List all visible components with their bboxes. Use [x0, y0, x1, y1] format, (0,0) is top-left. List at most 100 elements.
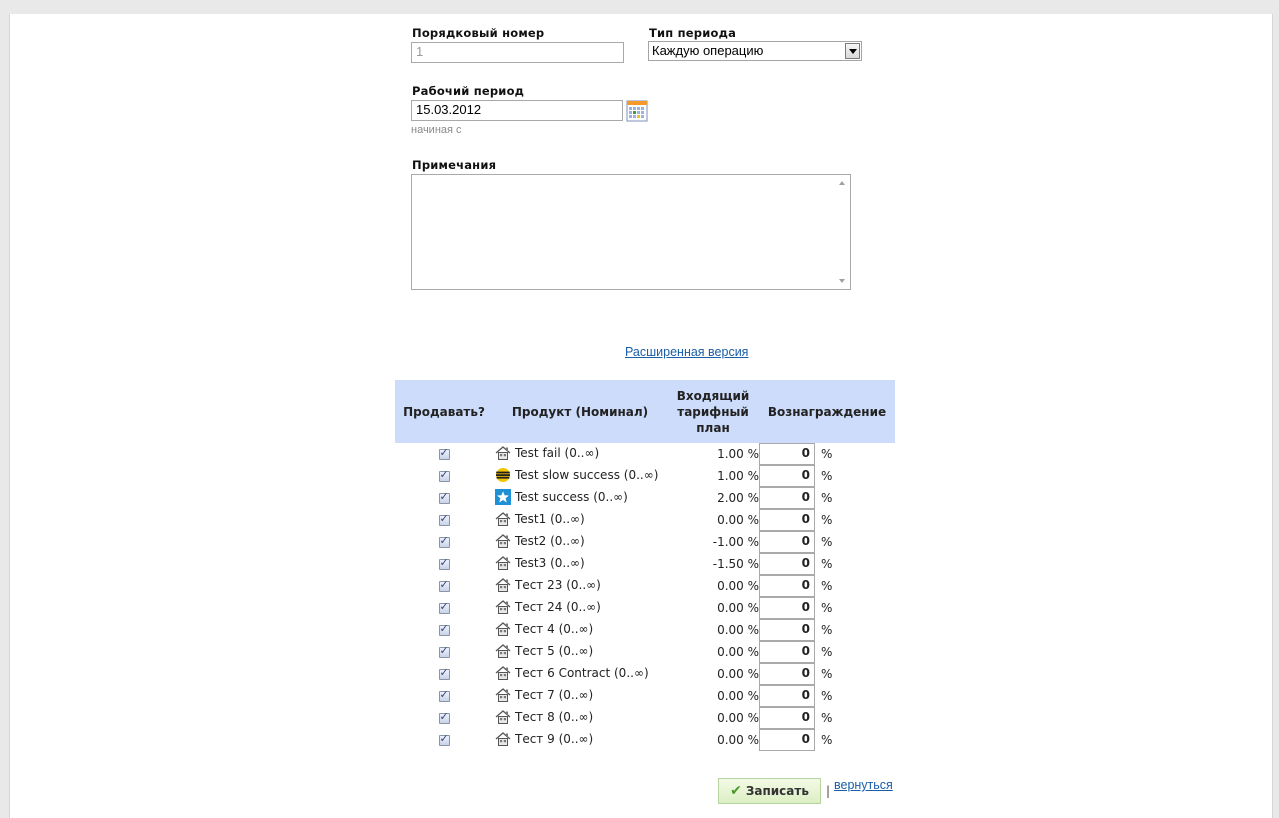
table-header-row: Продавать? Продукт (Номинал) Входящий та… [395, 380, 895, 443]
product-name: Тест 6 Contract (0..∞) [515, 665, 649, 680]
reward-unit: % [821, 534, 833, 549]
reward-cell: 0% [759, 509, 895, 531]
reward-unit: % [821, 644, 833, 659]
work-period-input[interactable]: 15.03.2012 [411, 100, 623, 121]
sell-checkbox[interactable] [438, 666, 450, 680]
notes-textarea[interactable] [411, 174, 851, 290]
sell-checkbox[interactable] [438, 710, 450, 724]
sell-checkbox[interactable] [438, 446, 450, 460]
product-name: Тест 23 (0..∞) [515, 577, 601, 592]
rate-cell: 0.00 % [717, 733, 759, 747]
product-cell: Test2 (0..∞) [493, 531, 667, 553]
table-row: Test3 (0..∞) -1.50 %0% [395, 553, 895, 575]
product-name: Тест 7 (0..∞) [515, 687, 594, 702]
sell-checkbox[interactable] [438, 600, 450, 614]
sell-checkbox[interactable] [438, 490, 450, 504]
reward-input[interactable]: 0 [759, 641, 815, 663]
reward-input[interactable]: 0 [759, 443, 815, 465]
back-link[interactable]: вернуться [834, 778, 893, 792]
extended-version-link[interactable]: Расширенная версия [625, 345, 748, 359]
scroll-down-icon[interactable] [839, 279, 845, 283]
product-cell: Тест 24 (0..∞) [493, 597, 667, 619]
sell-checkbox[interactable] [438, 512, 450, 526]
chevron-down-icon[interactable] [845, 43, 860, 59]
sell-checkbox[interactable] [438, 578, 450, 592]
reward-input[interactable]: 0 [759, 575, 815, 597]
product-cell: Test slow success (0..∞) [493, 465, 667, 487]
reward-input[interactable]: 0 [759, 619, 815, 641]
work-period-label: Рабочий период [412, 84, 525, 98]
sell-cell [395, 487, 493, 509]
product-name: Тест 4 (0..∞) [515, 621, 594, 636]
save-button[interactable]: ✔ Записать [718, 778, 821, 804]
reward-input[interactable]: 0 [759, 553, 815, 575]
sell-checkbox[interactable] [438, 468, 450, 482]
house-icon [495, 709, 515, 725]
sell-checkbox[interactable] [438, 732, 450, 746]
sell-cell [395, 553, 493, 575]
beeline-icon [495, 467, 515, 483]
sell-checkbox[interactable] [438, 556, 450, 570]
product-name: Тест 24 (0..∞) [515, 599, 601, 614]
sell-checkbox[interactable] [438, 622, 450, 636]
notes-label: Примечания [412, 158, 497, 172]
reward-cell: 0% [759, 663, 895, 685]
save-button-label: Записать [745, 784, 809, 798]
sell-cell [395, 729, 493, 751]
product-name: Test2 (0..∞) [515, 533, 585, 548]
sell-cell [395, 531, 493, 553]
reward-cell: 0% [759, 619, 895, 641]
sell-cell [395, 575, 493, 597]
reward-input[interactable]: 0 [759, 597, 815, 619]
star-icon [495, 488, 515, 505]
sell-checkbox[interactable] [438, 644, 450, 658]
reward-cell: 0% [759, 553, 895, 575]
reward-unit: % [821, 710, 833, 725]
rate-cell: 0.00 % [717, 513, 759, 527]
house-icon [495, 533, 515, 549]
rate-cell: 0.00 % [717, 601, 759, 615]
rate-cell: 0.00 % [717, 579, 759, 593]
product-cell: Тест 7 (0..∞) [493, 685, 667, 707]
reward-input[interactable]: 0 [759, 685, 815, 707]
rate-cell: 0.00 % [717, 711, 759, 725]
house-icon [495, 511, 515, 527]
period-type-select[interactable]: Каждую операцию [648, 41, 862, 61]
scroll-up-icon[interactable] [839, 181, 845, 185]
product-name: Тест 9 (0..∞) [515, 731, 594, 746]
sell-cell [395, 443, 493, 465]
sell-cell [395, 465, 493, 487]
reward-unit: % [821, 578, 833, 593]
order-number-input[interactable]: 1 [411, 42, 624, 63]
col-rate-header: Входящий тарифный план [667, 380, 759, 443]
product-cell: Тест 9 (0..∞) [493, 729, 667, 751]
sell-cell [395, 597, 493, 619]
reward-input[interactable]: 0 [759, 729, 815, 751]
reward-cell: 0% [759, 465, 895, 487]
house-icon [495, 599, 515, 615]
product-name: Test success (0..∞) [515, 489, 628, 504]
sell-cell [395, 619, 493, 641]
rate-cell: 0.00 % [717, 645, 759, 659]
sell-cell [395, 685, 493, 707]
sell-checkbox[interactable] [438, 688, 450, 702]
house-icon [495, 687, 515, 703]
reward-input[interactable]: 0 [759, 531, 815, 553]
reward-input[interactable]: 0 [759, 509, 815, 531]
sell-checkbox[interactable] [438, 534, 450, 548]
rate-cell: 1.00 % [717, 447, 759, 461]
product-cell: Тест 8 (0..∞) [493, 707, 667, 729]
reward-unit: % [821, 468, 833, 483]
table-row: Test1 (0..∞) 0.00 %0% [395, 509, 895, 531]
reward-input[interactable]: 0 [759, 707, 815, 729]
table-row: Тест 7 (0..∞) 0.00 %0% [395, 685, 895, 707]
table-row: Test slow success (0..∞) 1.00 %0% [395, 465, 895, 487]
reward-input[interactable]: 0 [759, 663, 815, 685]
reward-cell: 0% [759, 641, 895, 663]
reward-input[interactable]: 0 [759, 487, 815, 509]
rate-cell: 0.00 % [717, 667, 759, 681]
rate-cell: -1.00 % [712, 535, 759, 549]
reward-input[interactable]: 0 [759, 465, 815, 487]
calendar-icon[interactable] [626, 100, 648, 122]
rate-cell: 2.00 % [717, 491, 759, 505]
